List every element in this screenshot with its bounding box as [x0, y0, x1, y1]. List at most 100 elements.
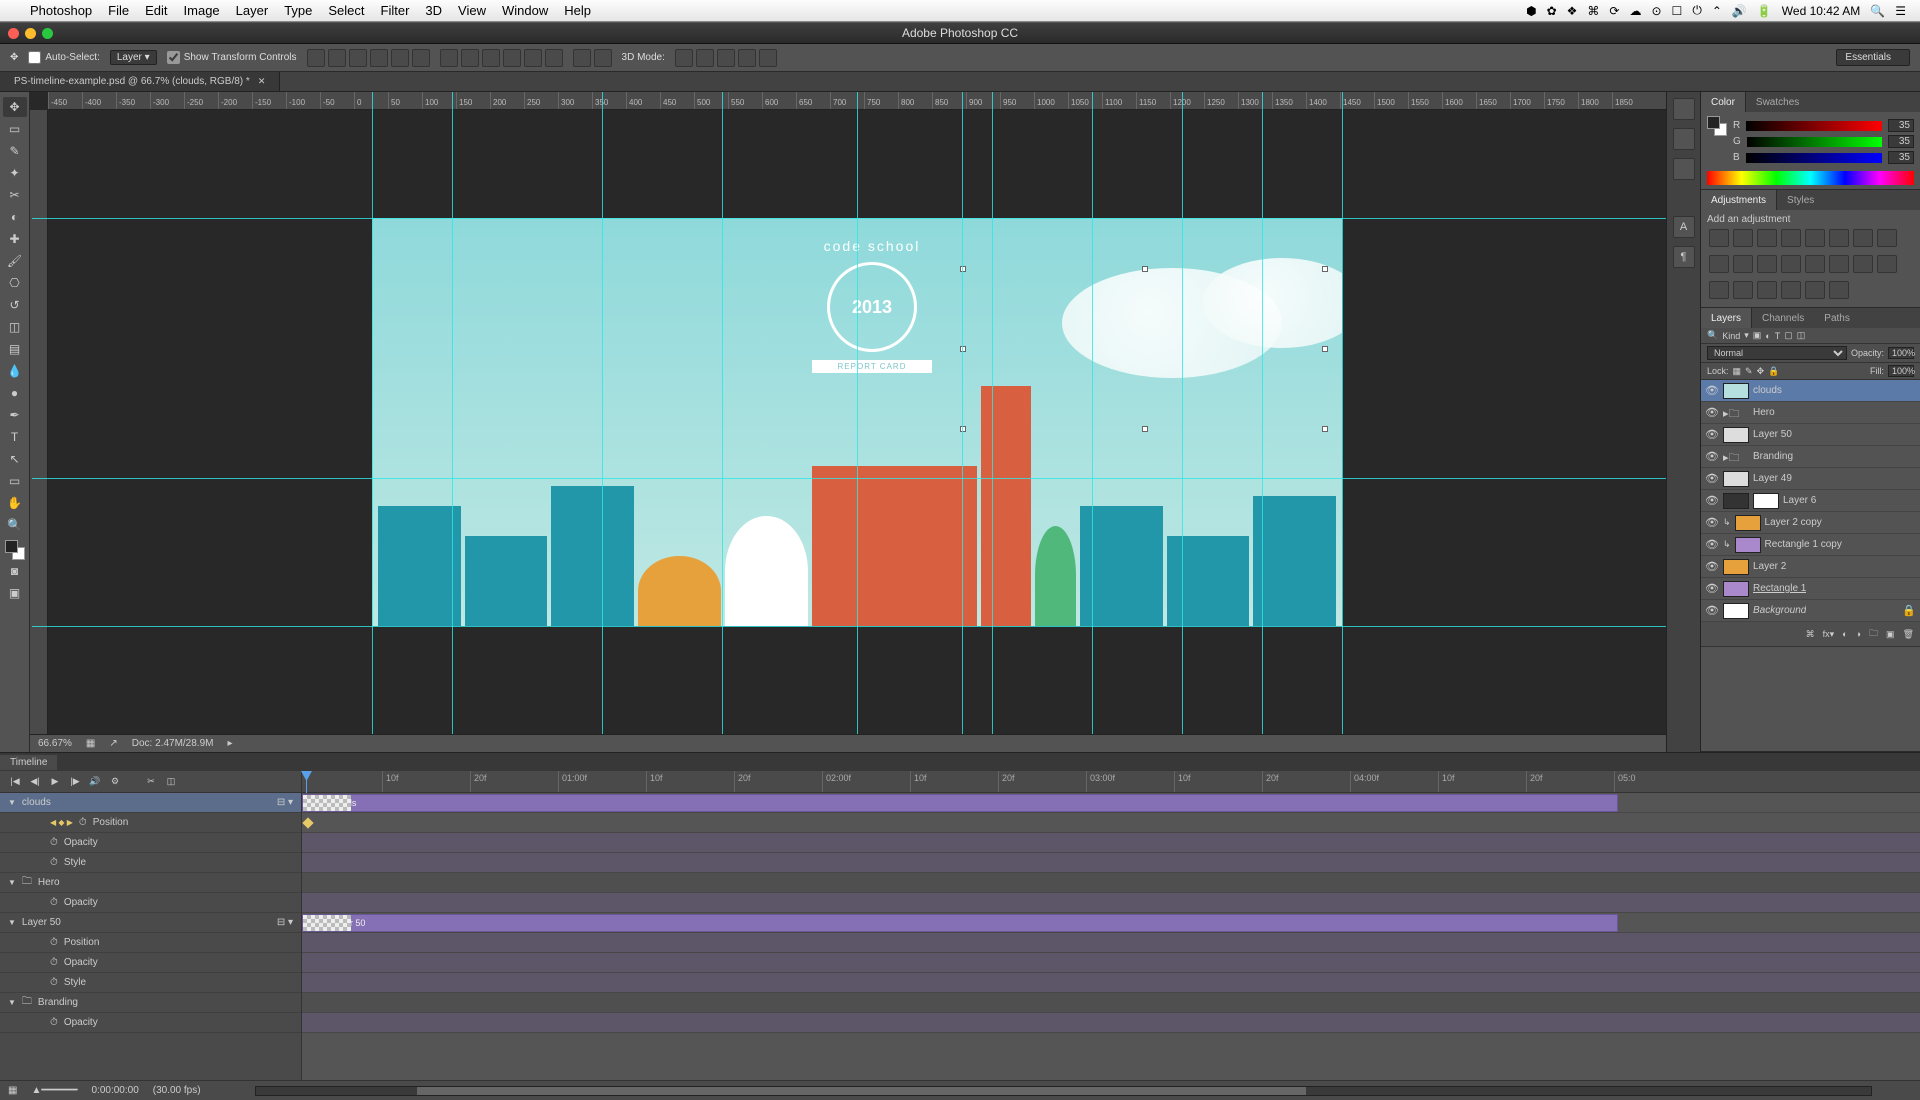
timeline-track[interactable] — [302, 853, 1920, 873]
heal-tool[interactable]: ✚ — [3, 229, 27, 249]
timeline-tree-row[interactable]: ▼Layer 50⊟ ▾ — [0, 913, 301, 933]
move-tool[interactable]: ✥ — [3, 97, 27, 117]
adj-icon[interactable] — [1709, 255, 1729, 273]
mute-button[interactable]: 🔊 — [88, 775, 102, 789]
quickmask-tool[interactable]: ◙ — [3, 561, 27, 581]
autoselect-checkbox[interactable]: Auto-Select: — [28, 51, 99, 64]
menubar-extra-icon[interactable]: ⟳ — [1609, 4, 1619, 18]
adj-icon[interactable] — [1709, 281, 1729, 299]
timeline-tree-row[interactable]: ◀ ◆ ▶⏱Position — [0, 813, 301, 833]
tab-adjustments[interactable]: Adjustments — [1701, 190, 1777, 210]
adj-icon[interactable] — [1853, 229, 1873, 247]
align-icon[interactable] — [349, 49, 367, 67]
document-tab[interactable]: PS-timeline-example.psd @ 66.7% (clouds,… — [0, 72, 280, 91]
pen-tool[interactable]: ✒ — [3, 405, 27, 425]
distribute-icon[interactable] — [440, 49, 458, 67]
volume-icon[interactable]: 🔊 — [1732, 4, 1747, 18]
adj-icon[interactable] — [1781, 255, 1801, 273]
adj-icon[interactable] — [1733, 255, 1753, 273]
dock-icon[interactable] — [1673, 158, 1695, 180]
layer-row[interactable]: 👁Layer 50 — [1701, 424, 1920, 446]
path-tool[interactable]: ↖ — [3, 449, 27, 469]
timeline-clip[interactable]: ▼ Layer 50 — [302, 914, 1618, 932]
vertical-ruler[interactable] — [30, 110, 48, 734]
spotlight-icon[interactable]: 🔍 — [1870, 4, 1885, 18]
screenmode-tool[interactable]: ▣ — [3, 583, 27, 603]
crop-tool[interactable]: ✂ — [3, 185, 27, 205]
red-slider[interactable] — [1746, 121, 1882, 131]
adj-icon[interactable] — [1757, 281, 1777, 299]
color-swatches[interactable] — [5, 540, 25, 560]
adj-icon[interactable] — [1805, 281, 1825, 299]
filter-icon[interactable]: T — [1775, 331, 1781, 341]
menu-view[interactable]: View — [458, 3, 486, 18]
opacity-value[interactable]: 100% — [1888, 347, 1914, 359]
timeline-tree-row[interactable]: ⏱Opacity — [0, 953, 301, 973]
adj-icon[interactable] — [1829, 281, 1849, 299]
arrange-icon[interactable] — [573, 49, 591, 67]
foreground-swatch[interactable] — [5, 540, 18, 553]
timeline-track[interactable] — [302, 813, 1920, 833]
menu-filter[interactable]: Filter — [381, 3, 410, 18]
history-tool[interactable]: ↺ — [3, 295, 27, 315]
menu-file[interactable]: File — [108, 3, 129, 18]
menu-type[interactable]: Type — [284, 3, 312, 18]
workspace-switcher[interactable]: Essentials — [1836, 49, 1910, 66]
menu-image[interactable]: Image — [184, 3, 220, 18]
type-tool[interactable]: T — [3, 427, 27, 447]
battery-icon[interactable]: 🔋 — [1757, 4, 1772, 18]
link-layers-icon[interactable]: ⌘ — [1806, 629, 1815, 640]
tab-styles[interactable]: Styles — [1777, 190, 1824, 210]
app-name[interactable]: Photoshop — [30, 3, 92, 18]
red-value[interactable]: 35 — [1888, 119, 1914, 132]
menu-select[interactable]: Select — [328, 3, 364, 18]
prev-frame-button[interactable]: ◀| — [28, 775, 42, 789]
distribute-icon[interactable] — [482, 49, 500, 67]
timeline-track[interactable] — [302, 873, 1920, 893]
wifi-icon[interactable]: ⌃ — [1712, 4, 1722, 18]
layer-row[interactable]: 👁Layer 49 — [1701, 468, 1920, 490]
status-chevron-icon[interactable]: ▸ — [227, 738, 232, 749]
transition-button[interactable]: ◫ — [164, 775, 178, 789]
brush-tool[interactable]: 🖌 — [3, 251, 27, 271]
frame-icon[interactable]: ▦ — [8, 1085, 17, 1096]
layer-row[interactable]: 👁Layer 2 — [1701, 556, 1920, 578]
visibility-icon[interactable]: 👁 — [1705, 472, 1719, 485]
tab-color[interactable]: Color — [1701, 92, 1746, 112]
adj-icon[interactable] — [1781, 281, 1801, 299]
paragraph-icon[interactable]: ¶ — [1673, 246, 1695, 268]
marquee-tool[interactable]: ▭ — [3, 119, 27, 139]
visibility-icon[interactable]: 👁 — [1705, 450, 1719, 463]
new-layer-icon[interactable]: ▣ — [1886, 629, 1895, 640]
menubar-extra-icon[interactable]: ⌘ — [1587, 4, 1599, 18]
dock-icon[interactable] — [1673, 128, 1695, 150]
menu-window[interactable]: Window — [502, 3, 548, 18]
3d-icon[interactable] — [675, 49, 693, 67]
timeline-track[interactable] — [302, 953, 1920, 973]
timeline-track[interactable]: ▼ clouds+ — [302, 793, 1920, 813]
layer-row[interactable]: 👁▸🗀Hero — [1701, 402, 1920, 424]
next-frame-button[interactable]: |▶ — [68, 775, 82, 789]
dock-icon[interactable] — [1673, 98, 1695, 120]
adj-icon[interactable] — [1733, 229, 1753, 247]
menu-3d[interactable]: 3D — [425, 3, 442, 18]
3d-icon[interactable] — [717, 49, 735, 67]
timeline-track[interactable]: ▼ Layer 50+ — [302, 913, 1920, 933]
menubar-extra-icon[interactable]: ❖ — [1567, 4, 1578, 18]
menu-help[interactable]: Help — [564, 3, 591, 18]
adj-icon[interactable] — [1805, 255, 1825, 273]
distribute-icon[interactable] — [461, 49, 479, 67]
timeline-tree-row[interactable]: ⏱Position — [0, 933, 301, 953]
timeline-track[interactable] — [302, 973, 1920, 993]
goto-start-button[interactable]: |◀ — [8, 775, 22, 789]
menubar-extra-icon[interactable]: ☐ — [1672, 4, 1683, 18]
timeline-tab[interactable]: Timeline — [0, 755, 57, 770]
blue-value[interactable]: 35 — [1888, 151, 1914, 164]
blend-mode-select[interactable]: Normal — [1707, 346, 1847, 360]
menubar-extra-icon[interactable]: ✿ — [1547, 4, 1557, 18]
lock-icon[interactable]: ▦ — [1733, 366, 1742, 377]
adj-icon[interactable] — [1853, 255, 1873, 273]
timeline-track[interactable] — [302, 833, 1920, 853]
layer-row[interactable]: 👁Rectangle 1 — [1701, 578, 1920, 600]
layer-row[interactable]: 👁clouds — [1701, 380, 1920, 402]
